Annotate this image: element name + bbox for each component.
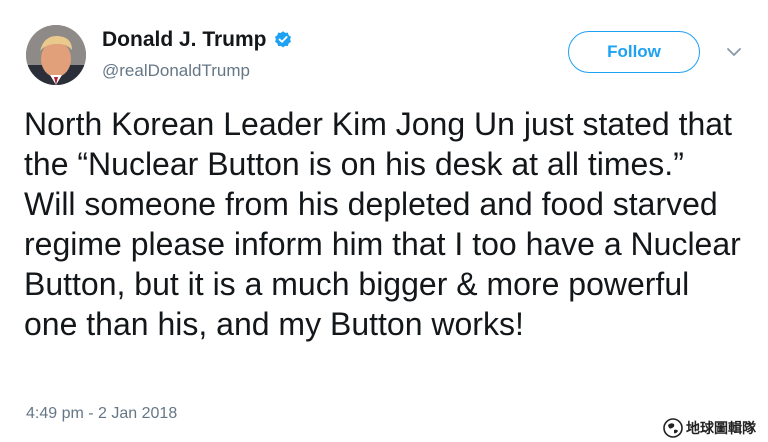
chevron-down-icon[interactable] bbox=[724, 42, 744, 62]
watermark-text: 地球圖輯隊 bbox=[686, 421, 756, 437]
author-handle[interactable]: @realDonaldTrump bbox=[102, 61, 250, 81]
verified-badge-icon bbox=[273, 30, 293, 50]
watermark: 地球圖輯隊 bbox=[663, 418, 756, 438]
globe-logo-icon bbox=[663, 418, 683, 438]
tweet-timestamp[interactable]: 4:49 pm - 2 Jan 2018 bbox=[26, 405, 177, 423]
tweet-text: North Korean Leader Kim Jong Un just sta… bbox=[24, 106, 741, 342]
tweet-card: Donald J. Trump @realDonaldTrump Follow … bbox=[0, 0, 768, 442]
follow-button[interactable]: Follow bbox=[568, 31, 700, 73]
author-display-name[interactable]: Donald J. Trump bbox=[102, 28, 267, 52]
author-name[interactable]: Donald J. Trump bbox=[102, 28, 293, 52]
avatar[interactable] bbox=[26, 25, 86, 85]
